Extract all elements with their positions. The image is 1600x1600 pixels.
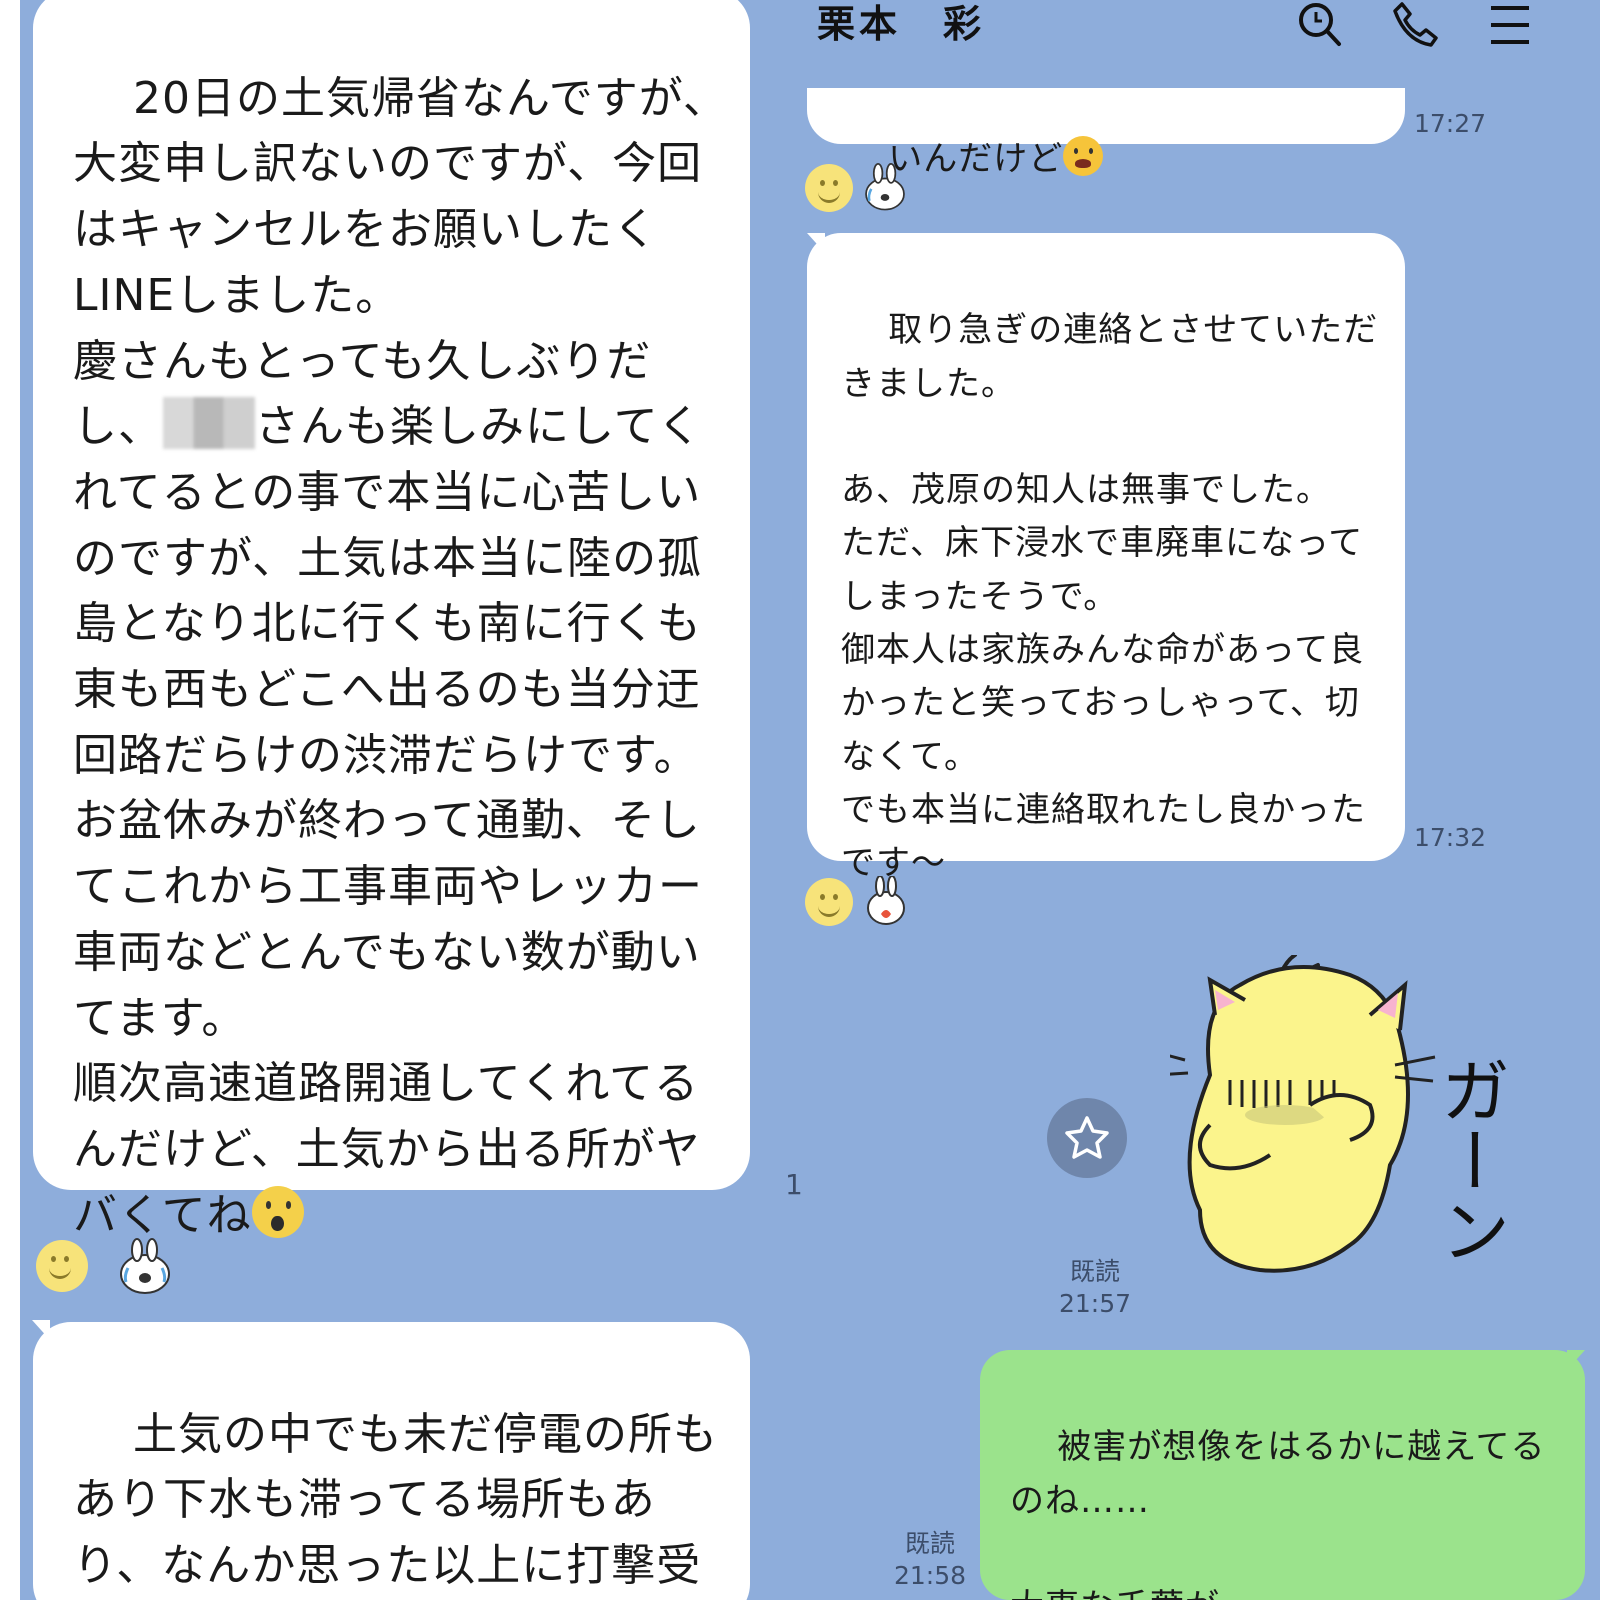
reaction-smile-icon[interactable] [805,164,853,212]
bubble-tail [1567,1350,1585,1370]
message-bubble[interactable]: 土気の中でも未だ停電の所もあり下水も滞ってる場所もあり、なんか思った以上に打撃受… [33,1322,750,1600]
scream-emoji-icon [251,1185,304,1238]
menu-icon[interactable] [1485,0,1535,50]
phone-icon[interactable] [1390,0,1440,50]
chat-header: 栗本 彩 [785,0,1600,88]
reaction-bunny-crying-icon[interactable] [116,1238,174,1296]
message-time: 17:27 [1413,109,1487,138]
search-icon[interactable] [1295,0,1345,50]
bubble-tail [32,1320,50,1340]
reaction-bunny-heart-icon[interactable] [863,876,909,926]
message-text: 20日の土気帰省なんですが、大変申し訳ないのですが、今回はキャンセルをお願いした… [73,72,728,453]
reaction-bunny-crying-icon[interactable] [860,163,910,213]
sticker-caption: ガーン [1429,1055,1511,1265]
favorite-sticker-button[interactable] [1047,1098,1127,1178]
read-status: 既読 21:57 [1055,1256,1135,1320]
star-icon [1065,1116,1109,1159]
crying-emoji-icon [1063,136,1104,177]
bubble-tail [807,233,825,253]
message-time: 21:58 [893,1561,967,1590]
unread-count: 1 [785,1168,803,1201]
message-text: いんだけど [888,139,1064,180]
message-time: 17:32 [1413,823,1487,852]
message-bubble-sent[interactable]: 被害が想像をはるかに越えてるのね…… 大事な千葉が… [980,1350,1585,1600]
read-label: 既読 [1069,1257,1120,1286]
message-text: 土気の中でも未だ停電の所もあり下水も滞ってる場所もあり、なんか思った以上に打撃受… [73,1408,718,1592]
contact-name[interactable]: 栗本 彩 [817,0,985,48]
chat-panel-left[interactable]: 20日の土気帰省なんですが、大変申し訳ないのですが、今回はキャンセルをお願いした… [20,0,785,1600]
read-label: 既読 [904,1529,955,1558]
redacted-name [163,397,255,450]
message-text: 被害が想像をはるかに越えてるのね…… 大事な千葉が… [1010,1427,1546,1600]
reaction-smile-icon[interactable] [805,878,853,926]
chat-panel-right[interactable]: いんだけど 17:27 栗本 彩 取り急ぎの連絡とさせていただきました。 あ、茂… [785,0,1600,1600]
message-bubble[interactable]: 取り急ぎの連絡とさせていただきました。 あ、茂原の知人は無事でした。 ただ、床下… [807,233,1405,883]
read-status: 既読 21:58 [890,1528,970,1592]
message-text: さんも楽しみにしてくれてるとの事で本当に心苦しいのですが、土気は本当に陸の孤島と… [73,401,703,1241]
message-bubble[interactable]: 20日の土気帰省なんですが、大変申し訳ないのですが、今回はキャンセルをお願いした… [33,0,750,1241]
message-text: 取り急ぎの連絡とさせていただきました。 あ、茂原の知人は無事でした。 ただ、床下… [841,310,1379,884]
message-time: 21:57 [1058,1289,1132,1318]
reaction-smile-icon[interactable] [36,1240,88,1292]
cat-sticker[interactable]: ガーン [1170,955,1530,1300]
